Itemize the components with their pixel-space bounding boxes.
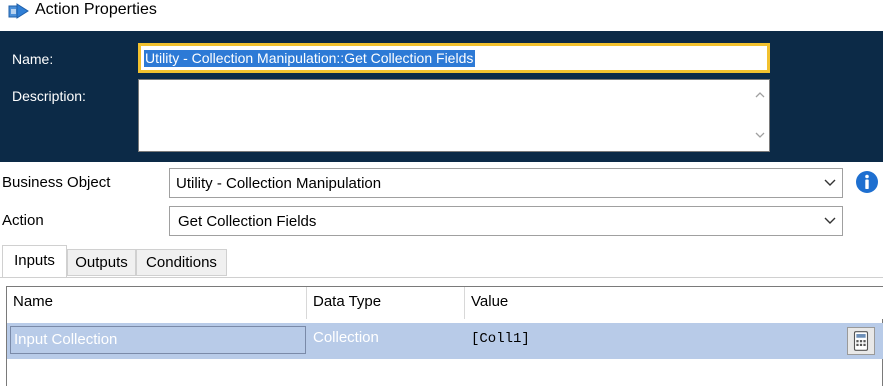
name-field-value: Utility - Collection Manipulation::Get C… <box>144 50 476 67</box>
description-field[interactable] <box>138 79 770 152</box>
chevron-down-icon <box>824 179 836 186</box>
column-header-name[interactable]: Name <box>7 287 307 319</box>
calculator-icon[interactable] <box>847 327 875 355</box>
input-name-cell[interactable]: Input Collection <box>10 326 306 354</box>
window-title: Action Properties <box>35 1 157 18</box>
column-header-value[interactable]: Value <box>465 287 883 319</box>
action-value: Get Collection Fields <box>178 213 317 230</box>
chevron-down-icon <box>824 217 836 224</box>
scroll-down-icon[interactable] <box>754 130 766 140</box>
grid-header: Name Data Type Value <box>7 287 883 319</box>
tab-conditions[interactable]: Conditions <box>136 249 227 276</box>
tab-outputs[interactable]: Outputs <box>67 249 136 276</box>
title-bar: Action Properties <box>0 0 883 30</box>
description-scrollbar[interactable] <box>751 80 769 151</box>
action-properties-icon <box>8 3 29 19</box>
header-panel: Name: Utility - Collection Manipulation:… <box>0 31 883 162</box>
action-dropdown[interactable]: Get Collection Fields <box>169 206 843 236</box>
name-field[interactable]: Utility - Collection Manipulation::Get C… <box>138 43 770 73</box>
business-object-label: Business Object <box>2 174 111 191</box>
business-object-dropdown[interactable]: Utility - Collection Manipulation <box>169 168 843 198</box>
description-label: Description: <box>12 88 86 104</box>
inputs-grid: Name Data Type Value Input Collection Co… <box>6 286 883 386</box>
column-header-data-type[interactable]: Data Type <box>307 287 465 319</box>
tab-panel-inputs: Name Data Type Value Input Collection Co… <box>0 277 883 386</box>
business-object-value: Utility - Collection Manipulation <box>176 175 382 192</box>
tab-inputs[interactable]: Inputs <box>2 245 67 277</box>
input-value-cell[interactable]: [Coll1] <box>465 323 841 359</box>
name-label: Name: <box>12 51 54 67</box>
info-icon[interactable] <box>855 170 879 194</box>
table-row[interactable]: Input Collection Collection [Coll1] <box>7 323 883 359</box>
input-type-cell: Collection <box>313 329 379 346</box>
action-label: Action <box>2 212 44 229</box>
scroll-up-icon[interactable] <box>754 90 766 100</box>
tab-strip: Inputs Outputs Conditions <box>0 245 883 278</box>
